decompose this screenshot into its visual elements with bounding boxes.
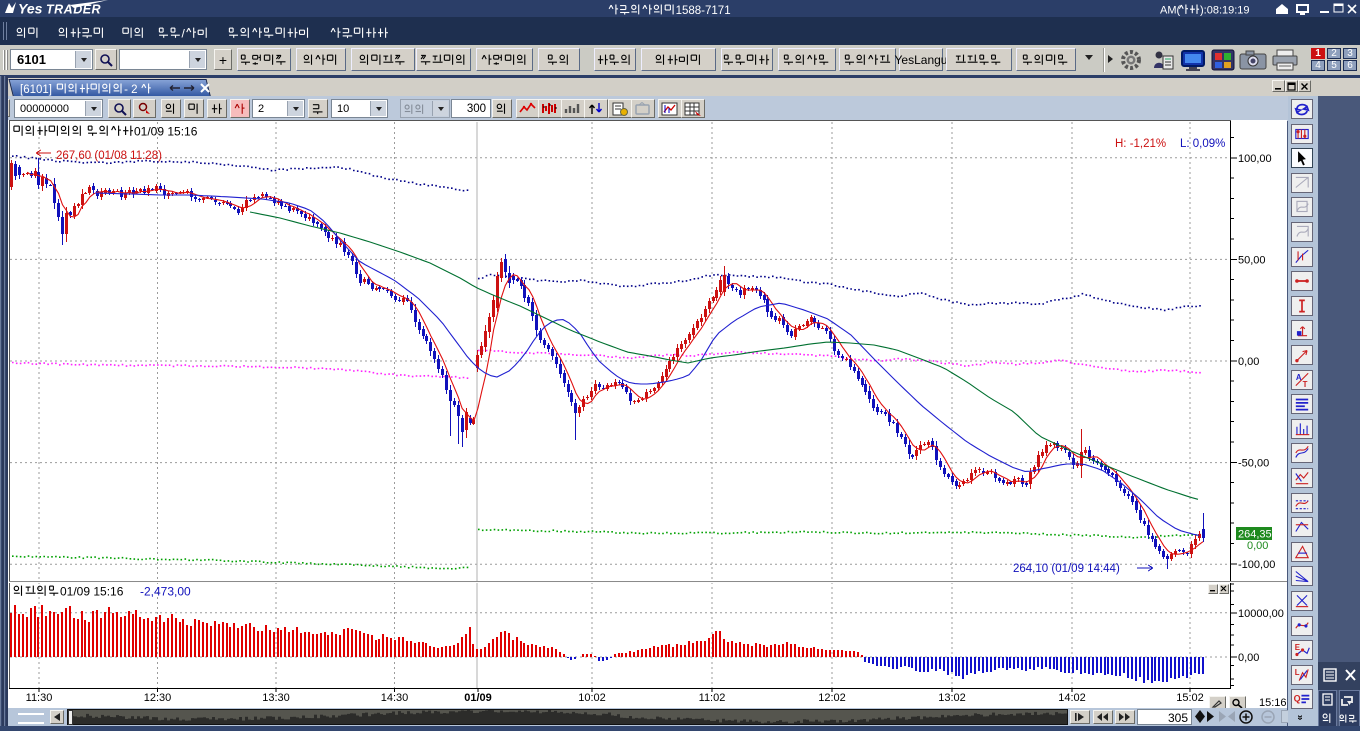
svg-text:[6101]: [6101] bbox=[20, 84, 52, 96]
svg-text:0,00: 0,00 bbox=[1238, 356, 1259, 368]
svg-text:- 2: - 2 bbox=[124, 84, 137, 96]
svg-text:10:02: 10:02 bbox=[578, 692, 606, 704]
svg-text:T: T bbox=[1303, 380, 1308, 389]
svg-text:H: -1,21%: H: -1,21% bbox=[1115, 138, 1166, 150]
svg-text:13:30: 13:30 bbox=[262, 692, 290, 704]
svg-text:L: L bbox=[1295, 668, 1300, 677]
svg-text:-100,00: -100,00 bbox=[1238, 559, 1275, 571]
svg-text:Q: Q bbox=[1294, 693, 1301, 703]
svg-text:):08:19:19: ):08:19:19 bbox=[1200, 5, 1250, 17]
svg-text:0,00: 0,00 bbox=[1238, 652, 1259, 664]
svg-text:01/09 15:16: 01/09 15:16 bbox=[134, 124, 198, 138]
svg-text:11:30: 11:30 bbox=[26, 692, 53, 704]
svg-text:13:02: 13:02 bbox=[938, 692, 966, 704]
svg-text:50,00: 50,00 bbox=[1238, 254, 1266, 266]
svg-text:-50,00: -50,00 bbox=[1238, 458, 1269, 470]
svg-text:12:30: 12:30 bbox=[144, 692, 172, 704]
svg-text:A: A bbox=[1296, 373, 1302, 382]
svg-text:0,00: 0,00 bbox=[1247, 540, 1268, 552]
svg-text:10000,00: 10000,00 bbox=[1238, 608, 1284, 620]
svg-text:12:02: 12:02 bbox=[818, 692, 846, 704]
svg-text:264,10 (01/09 14:44): 264,10 (01/09 14:44) bbox=[1013, 563, 1120, 575]
svg-text:1588-7171: 1588-7171 bbox=[676, 5, 731, 17]
svg-text:100,00: 100,00 bbox=[1238, 153, 1272, 165]
svg-text:14:02: 14:02 bbox=[1058, 692, 1086, 704]
svg-text:E: E bbox=[1295, 643, 1300, 652]
svg-text:11:02: 11:02 bbox=[699, 692, 726, 704]
svg-text:L: 0,09%: L: 0,09% bbox=[1180, 138, 1225, 150]
svg-text:/: / bbox=[182, 26, 186, 40]
svg-text:264,35: 264,35 bbox=[1238, 529, 1272, 541]
svg-text:01/09 15:16: 01/09 15:16 bbox=[60, 584, 124, 598]
svg-text:15:02: 15:02 bbox=[1176, 692, 1204, 704]
svg-text:AM(: AM( bbox=[1160, 5, 1181, 17]
svg-text:267,60 (01/08 11:28): 267,60 (01/08 11:28) bbox=[56, 150, 162, 162]
svg-text:14:30: 14:30 bbox=[381, 692, 409, 704]
svg-text:01/09: 01/09 bbox=[464, 692, 492, 704]
svg-text:-2,473,00: -2,473,00 bbox=[140, 584, 191, 598]
